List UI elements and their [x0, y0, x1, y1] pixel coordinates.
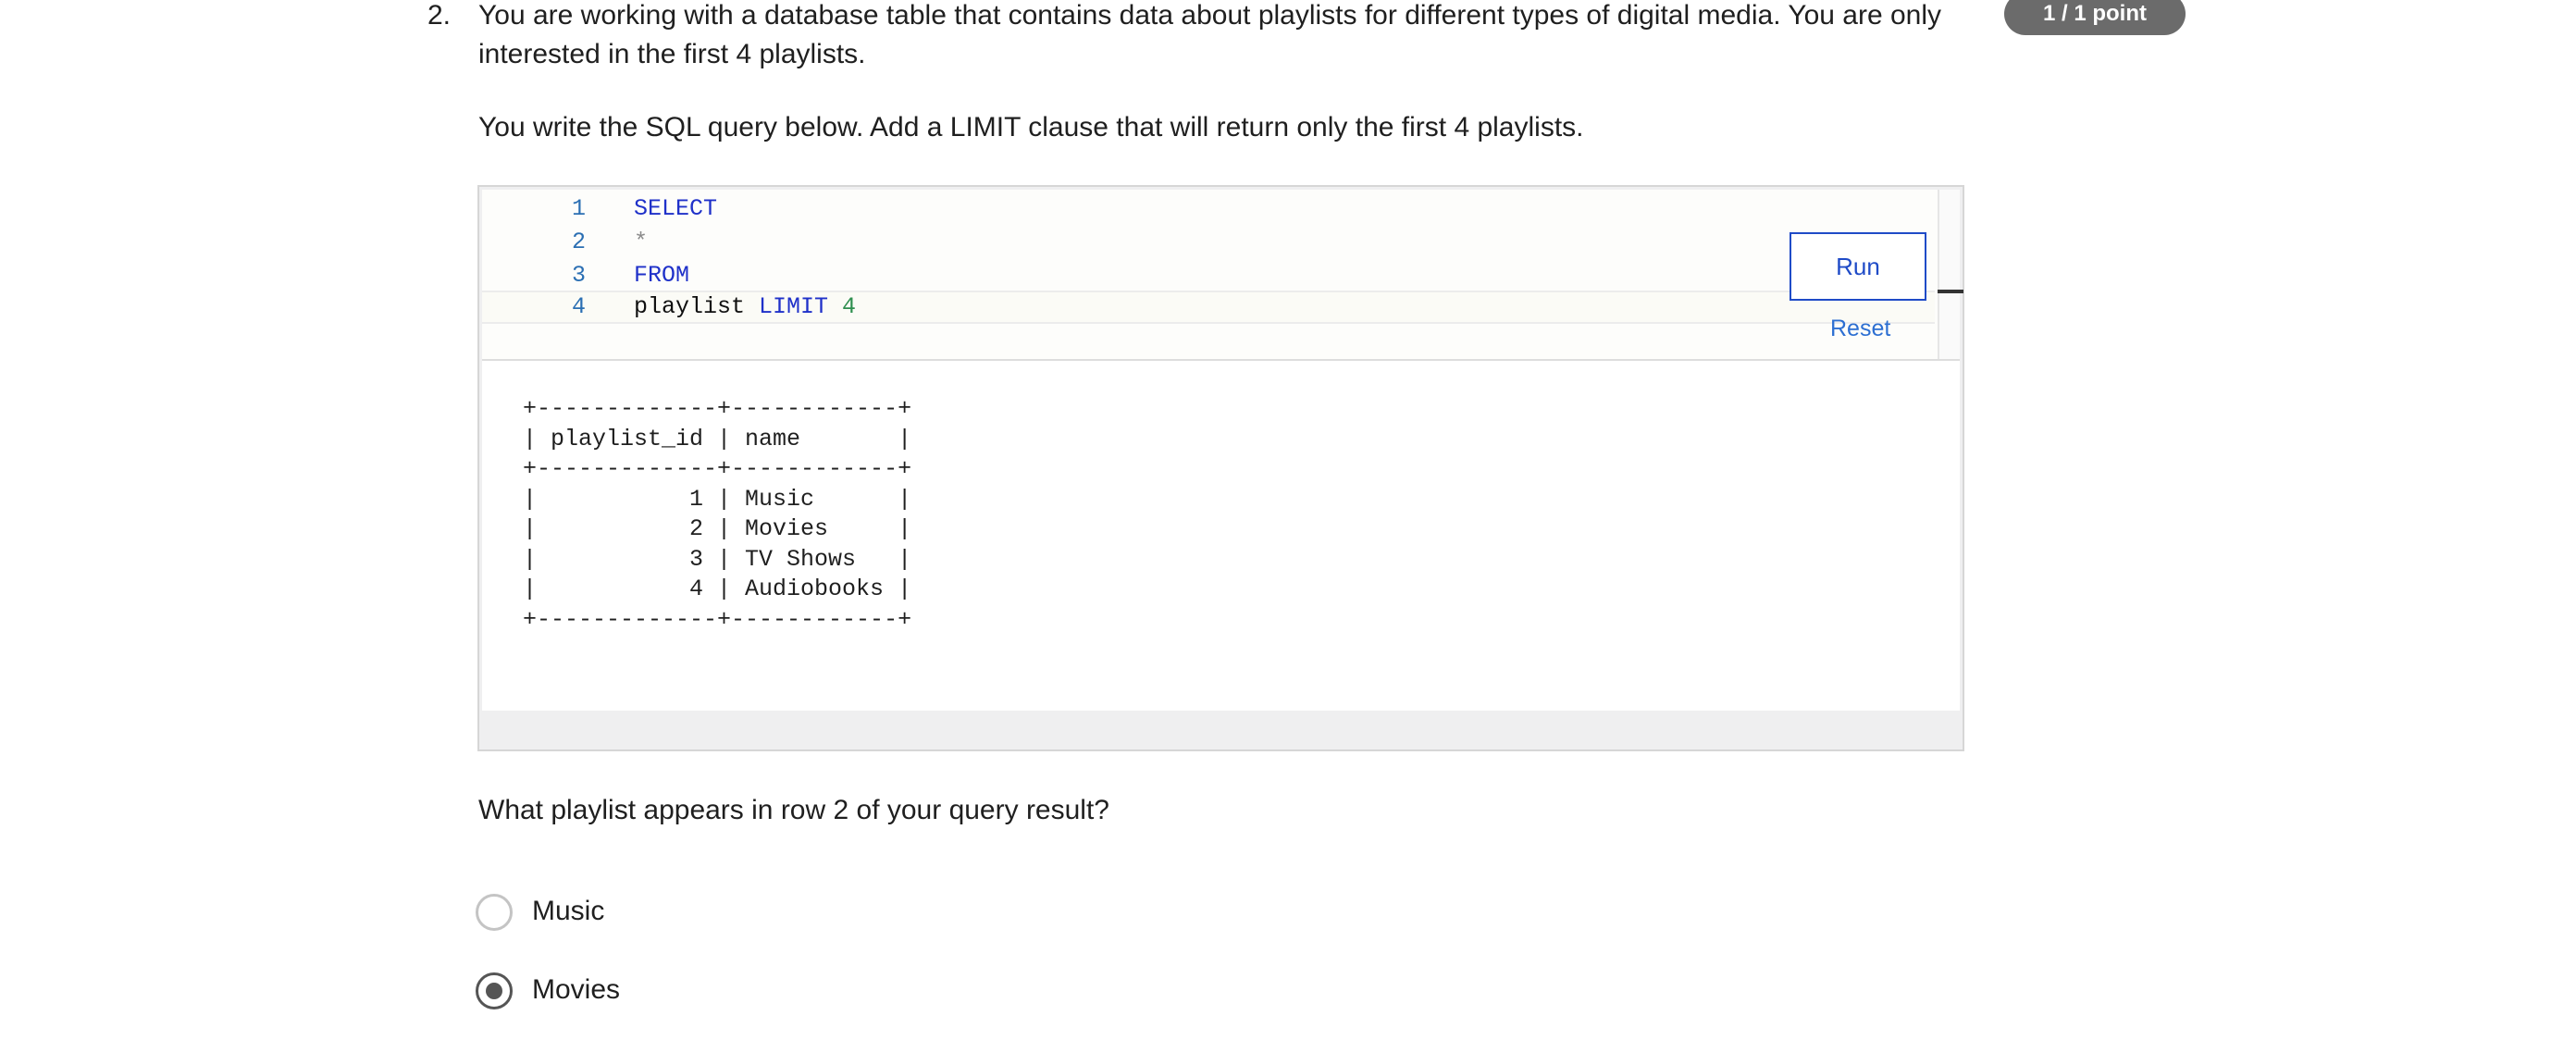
scrollbar-marker: [1938, 290, 1963, 293]
line-number: 1: [571, 195, 586, 222]
editor-scrollbar[interactable]: [1938, 190, 1960, 359]
code-line[interactable]: 2 *: [482, 226, 1935, 259]
result-table: +-------------+------------+ | playlist_…: [523, 394, 911, 635]
question-number: 2.: [427, 0, 452, 31]
keyword-token: LIMIT: [745, 293, 829, 320]
query-output: +-------------+------------+ | playlist_…: [482, 361, 1960, 711]
code-editor[interactable]: 1 SELECT 2 * 3 FROM 4 playlist LIMIT 4: [482, 190, 1963, 359]
keyword-token: FROM: [634, 262, 690, 289]
number-token: 4: [828, 293, 857, 320]
code-line-active[interactable]: 4 playlist LIMIT 4: [482, 291, 1935, 324]
result-table-row: | 3 | TV Shows |: [523, 545, 912, 573]
radio-button[interactable]: [476, 894, 513, 931]
followup-question: What playlist appears in row 2 of your q…: [478, 795, 1109, 825]
option-label: Movies: [532, 974, 621, 1005]
points-badge: 1 / 1 point: [2004, 0, 2186, 35]
code-text: SELECT: [634, 192, 717, 226]
code-line[interactable]: 3 FROM: [482, 259, 1935, 292]
identifier-token: playlist: [634, 293, 746, 320]
result-table-border: +-------------+------------+: [523, 395, 912, 422]
result-table-row: | 2 | Movies |: [523, 515, 912, 542]
radio-button-selected[interactable]: [476, 972, 513, 1009]
result-table-border: +-------------+------------+: [523, 605, 912, 633]
result-table-border: +-------------+------------+: [523, 455, 912, 482]
result-table-row: | 4 | Audiobooks |: [523, 576, 912, 602]
run-button[interactable]: Run: [1790, 232, 1926, 301]
result-table-header: | playlist_id | name |: [523, 425, 912, 452]
keyword-token: SELECT: [634, 195, 718, 222]
question-prompt: You are working with a database table th…: [478, 0, 1959, 74]
radio-selected-dot: [486, 983, 502, 999]
code-line[interactable]: 1 SELECT: [482, 192, 1935, 226]
question-prompt-line-1: You are working with a database table th…: [478, 0, 1942, 31]
result-table-row: | 1 | Music |: [523, 485, 912, 513]
line-number: 3: [571, 262, 586, 289]
code-text: FROM: [634, 259, 689, 292]
code-text: playlist LIMIT 4: [634, 292, 856, 322]
operator-token: *: [634, 229, 649, 255]
option-label: Music: [532, 896, 605, 926]
question-instruction: You write the SQL query below. Add a LIM…: [478, 112, 1584, 142]
line-number: 4: [571, 293, 586, 320]
code-text: *: [634, 226, 648, 259]
sql-editor-panel: 1 SELECT 2 * 3 FROM 4 playlist LIMIT 4 +…: [477, 185, 1964, 751]
question-prompt-line-2: interested in the first 4 playlists.: [478, 39, 866, 69]
line-number: 2: [571, 229, 586, 255]
reset-link[interactable]: Reset: [1830, 313, 1890, 344]
